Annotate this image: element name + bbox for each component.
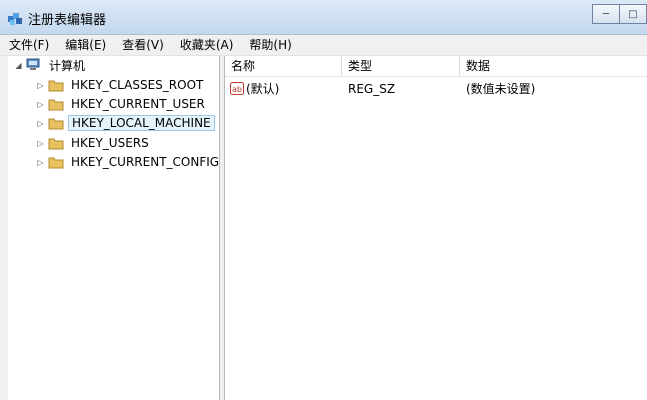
window-title: 注册表编辑器 (28, 13, 107, 28)
value-name[interactable]: (默认) (246, 80, 279, 98)
tree-node-label: HKEY_LOCAL_MACHINE (68, 115, 215, 131)
tree-node-label: HKEY_CLASSES_ROOT (71, 78, 204, 92)
tree-node-label: HKEY_USERS (71, 136, 149, 150)
folder-icon (48, 98, 64, 111)
minimize-button[interactable]: ─ (592, 4, 620, 24)
string-value-icon: ab (230, 82, 244, 95)
expand-arrow-icon[interactable]: ▷ (36, 119, 45, 128)
folder-icon (48, 156, 64, 169)
expand-arrow-icon[interactable]: ▷ (36, 139, 45, 148)
expand-arrow-icon[interactable]: ▷ (36, 81, 45, 90)
value-type: REG_SZ (348, 82, 396, 96)
tree-node-hkcr[interactable]: ▷ HKEY_CLASSES_ROOT (36, 76, 206, 94)
registry-tree: ◢ 计算机 ▷ HKEY_CLASSES_ROOT ▷ HKEY_CURRENT… (8, 56, 220, 400)
tree-node-label: HKEY_CURRENT_CONFIG (71, 155, 220, 169)
computer-icon (26, 58, 40, 70)
column-header-name[interactable]: 名称 (225, 56, 342, 76)
folder-icon (48, 117, 64, 130)
values-list: 名称 类型 数据 ab (默认) REG_SZ (数值未设置) (225, 56, 647, 400)
maximize-icon: □ (628, 8, 638, 20)
menu-favorites[interactable]: 收藏夹(A) (171, 35, 241, 55)
tree-node-hkcc[interactable]: ▷ HKEY_CURRENT_CONFIG (36, 153, 220, 171)
title-bar: 注册表编辑器 ─ □ (0, 0, 647, 35)
tree-node-hkcu[interactable]: ▷ HKEY_CURRENT_USER (36, 95, 208, 113)
collapse-arrow-icon[interactable]: ◢ (14, 61, 23, 70)
registry-editor-icon (8, 13, 22, 25)
menu-file[interactable]: 文件(F) (0, 35, 56, 55)
menu-view[interactable]: 查看(V) (113, 35, 171, 55)
minimize-icon: ─ (602, 8, 610, 20)
maximize-button[interactable]: □ (620, 4, 647, 24)
tree-node-label: HKEY_CURRENT_USER (71, 97, 205, 111)
menu-help[interactable]: 帮助(H) (240, 35, 298, 55)
header-divider (225, 76, 647, 77)
svg-text:ab: ab (232, 85, 242, 94)
column-header-type[interactable]: 类型 (342, 56, 460, 76)
tree-root-label: 计算机 (49, 58, 86, 73)
expand-arrow-icon[interactable]: ▷ (36, 100, 45, 109)
value-data: (数值未设置) (466, 82, 536, 96)
tree-root[interactable]: ◢ 计算机 (14, 56, 88, 74)
menu-bar: 文件(F) 编辑(E) 查看(V) 收藏夹(A) 帮助(H) (0, 35, 647, 56)
folder-icon (48, 137, 64, 150)
folder-icon (48, 79, 64, 92)
tree-node-hklm[interactable]: ▷ HKEY_LOCAL_MACHINE (36, 114, 215, 132)
menu-edit[interactable]: 编辑(E) (56, 35, 113, 55)
window-controls: ─ □ (592, 4, 647, 24)
tree-node-hku[interactable]: ▷ HKEY_USERS (36, 134, 152, 152)
column-header-data[interactable]: 数据 (460, 56, 647, 76)
expand-arrow-icon[interactable]: ▷ (36, 158, 45, 167)
